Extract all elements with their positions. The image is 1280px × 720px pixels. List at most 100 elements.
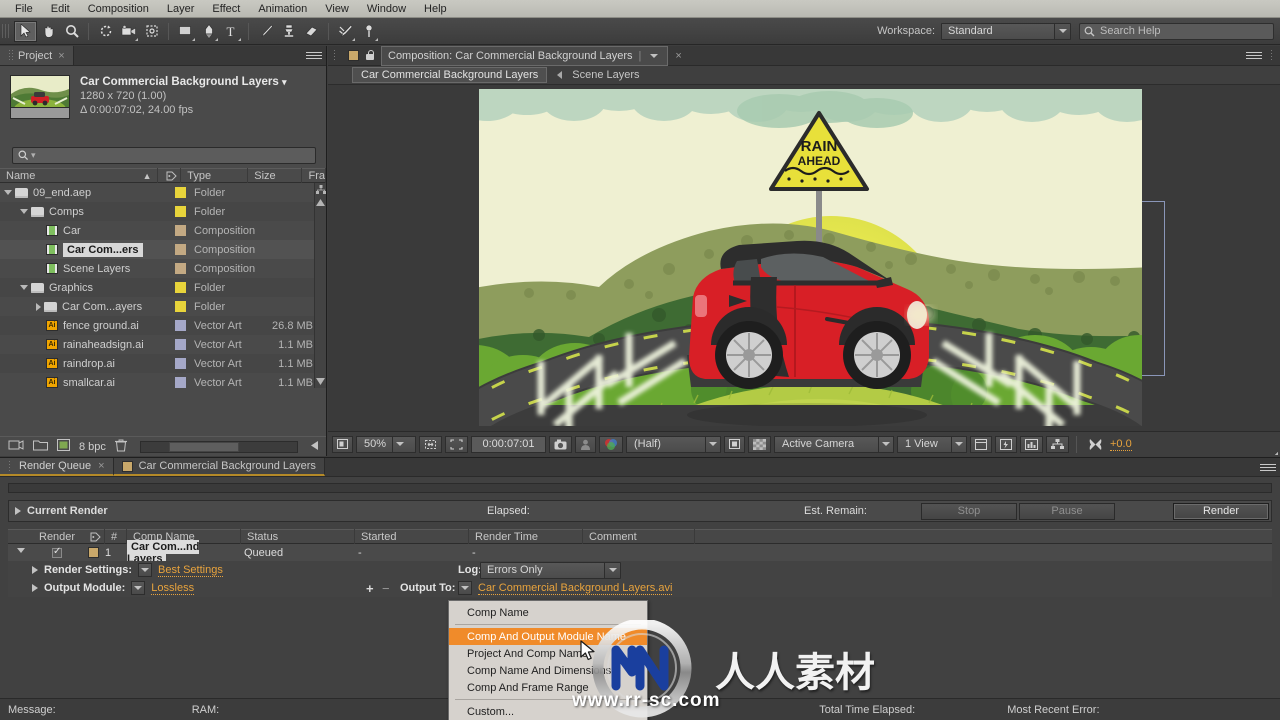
output-to-value[interactable]: Car Commercial Background Layers.avi [478,582,673,595]
timeline-graph-button[interactable] [1020,435,1043,453]
menu-item-animation[interactable]: Animation [249,1,316,17]
type-tool[interactable]: T [220,21,243,42]
scroll-tree-icon[interactable] [315,183,326,196]
selection-tool[interactable] [14,20,37,42]
composition-canvas[interactable]: RAIN AHEAD [479,89,1142,426]
render-settings-value[interactable]: Best Settings [158,564,223,577]
delete-icon[interactable] [114,439,127,455]
transparency-grid-button[interactable] [748,435,771,453]
show-snapshot-button[interactable] [575,435,596,453]
column-label-icon[interactable] [158,168,182,183]
hand-tool[interactable] [37,21,60,42]
scrollbar-thumb[interactable] [168,441,239,452]
resolution-dropdown[interactable]: (Half) [626,435,721,453]
current-time-field[interactable]: 0:00:07:01 [471,435,546,453]
rotation-tool[interactable] [94,21,117,42]
render-button[interactable]: Render [1173,502,1269,520]
menu-item-window[interactable]: Window [358,1,415,17]
clone-stamp-tool[interactable] [277,21,300,42]
fast-previews-button[interactable] [995,435,1278,455]
scroll-down-arrow[interactable] [315,375,326,388]
menu-item-file[interactable]: File [6,1,42,17]
disclosure-triangle-icon[interactable] [20,209,28,214]
tab-project[interactable]: Project × [0,46,74,65]
panel-menu-icon[interactable] [1260,461,1276,473]
list-item[interactable]: Ai fence ground.ai Vector Art 26.8 MB [0,316,326,335]
item-color-swatch[interactable] [87,547,99,558]
region-of-interest-toggle[interactable] [724,435,745,453]
menu-item-effect[interactable]: Effect [203,1,249,17]
zoom-level-dropdown[interactable]: 50% [356,435,416,453]
puppet-pin-tool[interactable] [357,21,380,42]
breadcrumb-current[interactable]: Car Commercial Background Layers [352,67,548,83]
output-module-dropdown[interactable] [131,581,146,595]
column-label-icon[interactable] [81,529,105,544]
menu-item-project-and-comp-name[interactable]: Project And Comp Name [449,645,647,662]
column-status[interactable]: Status [241,529,355,544]
output-to-context-menu[interactable]: Comp Name Comp And Output Module Name Pr… [448,600,648,720]
list-item[interactable]: Scene Layers Composition [0,259,326,278]
scroll-left-arrow[interactable] [311,440,320,453]
roto-brush-tool[interactable] [334,21,357,42]
disclosure-triangle-icon[interactable] [16,548,25,557]
pan-behind-tool[interactable] [140,21,163,42]
bit-depth-label[interactable]: 8 bpc [79,441,106,453]
brush-tool[interactable] [254,21,277,42]
disclosure-triangle-icon[interactable] [15,507,21,515]
scroll-up-arrow[interactable] [315,196,326,209]
column-number[interactable]: # [105,529,127,544]
list-item[interactable]: Comps Folder [0,202,326,221]
menu-item-edit[interactable]: Edit [42,1,79,17]
column-size[interactable]: Size [248,168,303,183]
disclosure-triangle-icon[interactable] [20,285,28,290]
tab-comp-timeline[interactable]: Car Commercial Background Layers [113,458,325,476]
chevron-down-icon[interactable]: ▾ [282,77,287,87]
render-queue-item-row[interactable]: 1 Car Com...nd Layers Queued - - [8,539,1272,566]
list-item[interactable]: Car Composition [0,221,326,240]
shape-tool[interactable] [174,21,197,42]
camera-tool[interactable] [117,21,140,42]
pixel-aspect-correction-button[interactable] [970,435,992,453]
search-help-input[interactable]: Search Help [1079,22,1274,40]
list-item-selected[interactable]: Car Com...ers Composition [0,240,326,259]
exposure-icon[interactable] [1084,436,1107,453]
disclosure-triangle-icon[interactable] [36,302,41,311]
project-settings-icon[interactable] [57,439,70,454]
tab-render-queue[interactable]: Render Queue × [0,458,114,476]
column-render-time[interactable]: Render Time [469,529,583,544]
output-module-value[interactable]: Lossless [151,582,195,595]
menu-item-view[interactable]: View [316,1,358,17]
toolbar-grip[interactable] [2,21,11,41]
disclosure-triangle-icon[interactable] [4,190,12,195]
column-frame-rate[interactable]: Fra [302,168,326,183]
menu-item-layer[interactable]: Layer [158,1,204,17]
view-layout-dropdown[interactable]: 1 View [897,435,967,453]
column-name[interactable]: Name ▲ [0,168,158,183]
column-type[interactable]: Type [181,168,249,183]
menu-item-composition[interactable]: Composition [79,1,158,17]
list-item[interactable]: 09_end.aep Folder [0,183,326,202]
new-folder-icon[interactable] [33,439,48,454]
pen-tool[interactable] [197,21,220,42]
render-checkbox[interactable] [52,546,62,558]
stop-button[interactable]: Stop [921,502,1017,520]
take-snapshot-button[interactable] [549,435,572,453]
output-to-dropdown[interactable] [458,581,472,595]
menu-item-comp-and-output-module-name[interactable]: Comp And Output Module Name [449,628,647,645]
column-started[interactable]: Started [355,529,469,544]
project-vertical-scrollbar[interactable] [314,183,326,388]
list-item[interactable]: Ai raindrop.ai Vector Art 1.1 MB [0,354,326,373]
eraser-tool[interactable] [300,21,323,42]
list-item[interactable]: Car Com...ayers Folder [0,297,326,316]
zoom-tool[interactable] [60,21,83,42]
project-search-input[interactable]: ▾ [12,147,316,164]
tab-composition[interactable]: Composition: Car Commercial Background L… [381,45,669,66]
tab-grip-icon[interactable] [332,49,344,62]
menu-item-comp-name[interactable]: Comp Name [449,604,647,621]
exposure-value[interactable]: +0.0 [1110,438,1132,451]
list-item[interactable]: Graphics Folder [0,278,326,297]
composition-viewer[interactable]: RAIN AHEAD [328,85,1280,428]
panel-menu-icon[interactable] [1246,50,1262,62]
tab-grip-icon[interactable] [8,459,14,473]
panel-menu-icon[interactable] [306,50,322,62]
